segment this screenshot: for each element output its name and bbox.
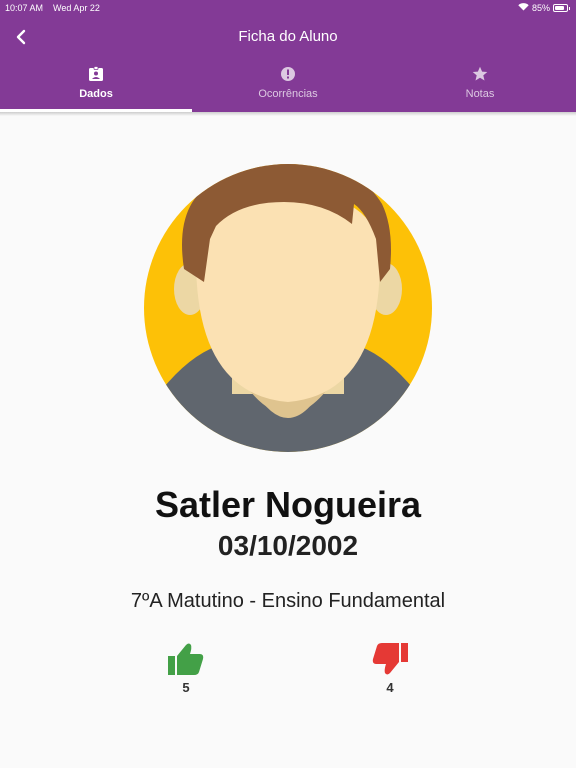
status-date: Wed Apr 22 — [53, 3, 100, 13]
student-birth-date: 03/10/2002 — [217, 530, 359, 561]
negative-rating[interactable]: 4 — [365, 642, 415, 695]
student-name: Satler Nogueira — [154, 484, 422, 525]
negative-count: 4 — [386, 680, 394, 695]
tab-label-ocorrencias: Ocorrências — [258, 88, 318, 100]
star-icon — [472, 66, 488, 81]
wifi-icon — [518, 2, 529, 13]
thumbs-down-icon — [372, 643, 408, 675]
app-bar: 10:07 AM Wed Apr 22 85% Ficha do Aluno D… — [0, 0, 576, 112]
status-right: 85% — [518, 2, 570, 13]
battery-fill — [555, 5, 564, 10]
alert-circle-icon — [281, 67, 295, 81]
thumbs-up-icon — [168, 643, 204, 675]
positive-count: 5 — [182, 680, 190, 695]
status-time: 10:07 AM — [5, 3, 44, 13]
status-bar: 10:07 AM Wed Apr 22 85% — [0, 0, 576, 16]
tab-bar: Dados Ocorrências Notas — [0, 60, 576, 112]
battery-icon — [553, 3, 570, 12]
tab-ocorrencias[interactable]: Ocorrências — [192, 60, 384, 112]
positive-rating[interactable]: 5 — [161, 642, 211, 695]
page-title: Ficha do Aluno — [238, 28, 338, 45]
tab-label-notas: Notas — [465, 88, 495, 100]
app-bar-shadow — [0, 112, 576, 116]
tab-notas[interactable]: Notas — [384, 60, 576, 112]
badge-icon — [89, 66, 103, 81]
tab-dados[interactable]: Dados — [0, 60, 192, 112]
tab-label-dados: Dados — [79, 88, 113, 100]
student-avatar — [144, 164, 432, 452]
battery-percent: 85% — [531, 2, 550, 13]
student-class-info: 7ºA Matutino - Ensino Fundamental — [130, 590, 446, 612]
